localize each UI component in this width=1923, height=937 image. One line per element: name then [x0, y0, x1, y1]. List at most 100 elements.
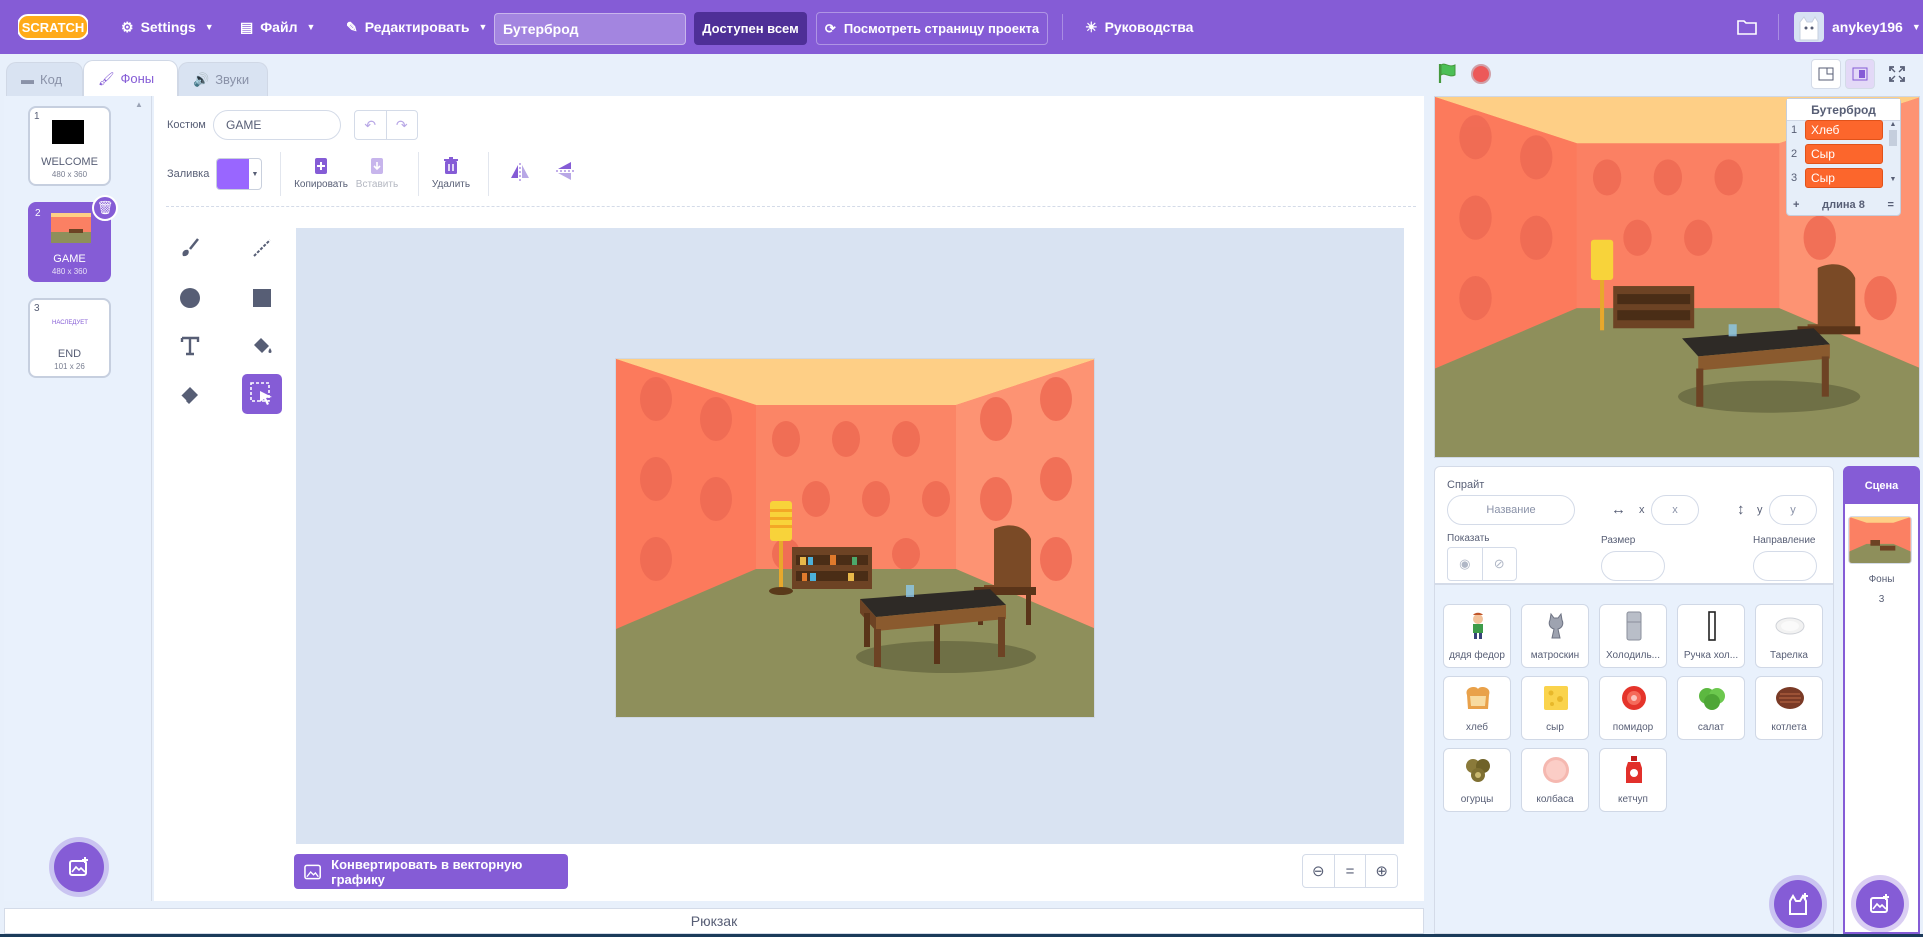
paint-bucket-icon: [254, 338, 272, 353]
image-add-icon: [69, 857, 88, 876]
delete-button[interactable]: Удалить: [416, 156, 486, 190]
sprite-item[interactable]: Холодиль...: [1599, 604, 1667, 668]
avatar[interactable]: [1794, 12, 1824, 42]
paste-button[interactable]: Вставить: [342, 156, 412, 190]
backpack-bar[interactable]: Рюкзак: [4, 908, 1424, 934]
list-monitor-footer: + длина 8 =: [1787, 195, 1900, 215]
x-input[interactable]: x: [1651, 495, 1699, 525]
choose-backdrop-button[interactable]: [54, 842, 104, 892]
tab-code[interactable]: ▬ Код: [6, 62, 83, 96]
handle-icon: [1697, 611, 1727, 641]
green-flag-icon[interactable]: [1436, 62, 1458, 84]
line-tool[interactable]: [242, 228, 282, 268]
backdrop-thumbnail-text: НАСЛЕДУЕТ: [52, 320, 88, 326]
fill-color-picker[interactable]: ▼: [216, 158, 262, 190]
see-project-page-button[interactable]: ⟳ Посмотреть страницу проекта: [816, 12, 1048, 45]
sprite-item[interactable]: колбаса: [1521, 748, 1589, 812]
image-add-icon: [1870, 894, 1889, 913]
toolbar-separator: [166, 206, 1416, 207]
zoom-out-icon[interactable]: ⊖: [1303, 855, 1334, 887]
text-tool[interactable]: [170, 326, 210, 366]
sprite-item[interactable]: Ручка хол...: [1677, 604, 1745, 668]
sprite-item[interactable]: матроскин: [1521, 604, 1589, 668]
share-button[interactable]: Доступен всем: [694, 12, 807, 45]
list-scrollbar[interactable]: ▲ ▼: [1888, 121, 1898, 189]
image-icon: [304, 864, 321, 879]
sprite-item[interactable]: котлета: [1755, 676, 1823, 740]
list-item-value[interactable]: Сыр: [1805, 144, 1883, 164]
scratch-logo[interactable]: SCRATCH: [18, 13, 88, 41]
zoom-in-icon[interactable]: ⊕: [1366, 855, 1397, 887]
my-stuff-button[interactable]: [1737, 0, 1757, 54]
list-item[interactable]: 1 Хлеб: [1791, 120, 1883, 140]
sprite-item[interactable]: Тарелка: [1755, 604, 1823, 668]
stage-target-title: Сцена: [1845, 468, 1918, 504]
y-input[interactable]: y: [1769, 495, 1817, 525]
tutorials-button[interactable]: ☀ Руководства: [1085, 0, 1193, 54]
redo-icon[interactable]: ↷: [385, 111, 418, 139]
file-menu[interactable]: ▤ Файл ▼: [240, 0, 315, 54]
fill-tool[interactable]: [242, 326, 282, 366]
flip-vertical-icon[interactable]: [555, 160, 575, 182]
size-input[interactable]: [1601, 551, 1665, 581]
resize-handle[interactable]: =: [1888, 199, 1894, 211]
sprite-item[interactable]: дядя федор: [1443, 604, 1511, 668]
sprite-item[interactable]: кетчуп: [1599, 748, 1667, 812]
backdrop-item-end[interactable]: 3 НАСЛЕДУЕТ END 101 x 26: [28, 298, 111, 378]
zoom-reset-button[interactable]: =: [1333, 855, 1367, 887]
costume-name-input[interactable]: GAME: [213, 110, 341, 140]
list-item[interactable]: 2 Сыр: [1791, 144, 1883, 164]
sprite-item[interactable]: огурцы: [1443, 748, 1511, 812]
account-menu[interactable]: anykey196 ▼: [1832, 0, 1921, 54]
backdrop-size: 480 x 360: [51, 267, 88, 276]
choose-stage-backdrop-button[interactable]: [1856, 880, 1904, 928]
sprite-name: Холодиль...: [1606, 650, 1660, 661]
sprite-item[interactable]: хлеб: [1443, 676, 1511, 740]
normal-stage-button[interactable]: [1845, 59, 1875, 89]
toolbar-divider: [280, 152, 281, 196]
stop-icon[interactable]: [1471, 64, 1491, 84]
list-item[interactable]: 3 Сыр: [1791, 168, 1883, 188]
svg-text:SCRATCH: SCRATCH: [22, 20, 85, 35]
show-eye-icon[interactable]: ◉: [1448, 548, 1482, 580]
fullscreen-button[interactable]: [1882, 59, 1912, 89]
room-backdrop-image: [616, 359, 1094, 717]
brush-tool[interactable]: [170, 228, 210, 268]
sprite-item[interactable]: салат: [1677, 676, 1745, 740]
add-item-button[interactable]: +: [1793, 199, 1799, 211]
backdrop-item-welcome[interactable]: 1 WELCOME 480 x 360: [28, 106, 111, 186]
select-tool[interactable]: [242, 374, 282, 414]
paint-canvas[interactable]: [615, 358, 1095, 718]
chevron-down-icon: ▼: [204, 22, 214, 32]
flip-horizontal-icon[interactable]: [509, 162, 531, 182]
list-item-index: 3: [1791, 172, 1798, 184]
tab-backdrops[interactable]: 🖌 Фоны: [83, 60, 178, 96]
canvas-area[interactable]: [296, 228, 1404, 844]
eraser-tool[interactable]: [170, 374, 210, 414]
settings-menu[interactable]: ⚙ Settings ▼: [121, 0, 214, 54]
sprite-item[interactable]: помидор: [1599, 676, 1667, 740]
delete-backdrop-button[interactable]: 🗑: [92, 195, 118, 221]
visibility-toggle: ◉ ⊘: [1447, 547, 1517, 581]
stage-target-pane[interactable]: Сцена Фоны 3: [1843, 466, 1920, 934]
refresh-icon: ⟳: [824, 20, 836, 36]
project-title-input[interactable]: Бутерброд: [494, 13, 686, 45]
sprite-name-input[interactable]: Название: [1447, 495, 1575, 525]
list-item-value[interactable]: Хлеб: [1805, 120, 1883, 140]
rectangle-tool[interactable]: [242, 278, 282, 318]
backdrop-list-scrollbar[interactable]: ▲: [134, 100, 144, 895]
choose-sprite-button[interactable]: [1774, 880, 1822, 928]
circle-tool[interactable]: [170, 278, 210, 318]
list-item-index: 1: [1791, 124, 1798, 136]
list-item-value[interactable]: Сыр: [1805, 168, 1883, 188]
undo-icon[interactable]: ↶: [355, 111, 386, 139]
convert-to-vector-button[interactable]: Конвертировать в векторную графику: [294, 854, 568, 889]
line-icon: [253, 239, 271, 257]
tab-sounds[interactable]: 🔊 Звуки: [178, 62, 268, 96]
hide-eye-icon[interactable]: ⊘: [1481, 548, 1517, 580]
edit-menu[interactable]: ✎ Редактировать ▼: [346, 0, 487, 54]
small-stage-button[interactable]: [1811, 59, 1841, 89]
list-monitor[interactable]: Бутерброд 1 Хлеб 2 Сыр 3 Сыр ▲ ▼ + длина …: [1786, 98, 1901, 216]
sprite-item[interactable]: сыр: [1521, 676, 1589, 740]
direction-input[interactable]: [1753, 551, 1817, 581]
